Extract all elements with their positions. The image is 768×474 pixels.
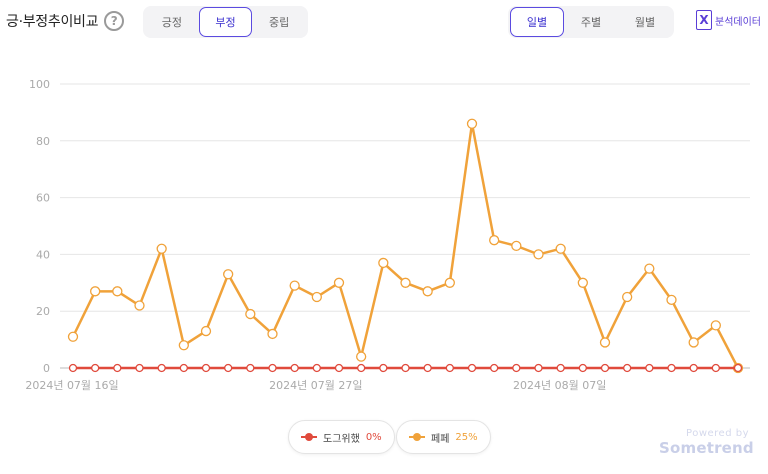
data-point bbox=[134, 300, 145, 311]
y-tick-label: 20 bbox=[36, 305, 50, 318]
data-point bbox=[200, 325, 212, 337]
data-point bbox=[710, 320, 721, 331]
data-point bbox=[112, 286, 123, 297]
data-point bbox=[445, 363, 454, 373]
data-point bbox=[688, 337, 699, 348]
data-point bbox=[135, 363, 144, 373]
legend-marker-icon bbox=[301, 432, 317, 442]
data-point bbox=[224, 363, 233, 373]
data-point bbox=[600, 363, 610, 373]
data-point bbox=[533, 249, 544, 260]
data-point bbox=[113, 363, 122, 373]
data-point bbox=[466, 118, 478, 129]
data-point bbox=[223, 269, 234, 280]
data-point bbox=[178, 340, 189, 351]
legend-percent: 0% bbox=[365, 431, 382, 443]
y-tick-label: 0 bbox=[43, 362, 50, 375]
data-point bbox=[689, 363, 698, 373]
data-point bbox=[311, 291, 322, 303]
data-point bbox=[534, 363, 543, 373]
data-point bbox=[68, 363, 78, 373]
x-tick-label: 2024년 08월 07일 bbox=[513, 378, 606, 392]
legend-name: 페페 bbox=[431, 433, 450, 445]
data-point bbox=[444, 277, 455, 288]
data-point bbox=[555, 243, 566, 254]
x-tick-label: 2024년 07월 16일 bbox=[25, 378, 118, 392]
data-point bbox=[90, 286, 101, 297]
data-point bbox=[599, 337, 611, 348]
data-point bbox=[267, 328, 278, 340]
data-point bbox=[157, 363, 166, 373]
data-point bbox=[334, 363, 344, 373]
powered-by: Powered by Sometrend bbox=[659, 428, 754, 457]
data-point bbox=[379, 363, 388, 373]
data-point bbox=[312, 363, 321, 373]
data-point bbox=[401, 363, 410, 373]
data-point bbox=[246, 363, 255, 373]
data-point bbox=[490, 363, 499, 373]
data-point bbox=[577, 277, 588, 288]
data-point bbox=[467, 363, 477, 373]
data-point bbox=[333, 277, 345, 288]
data-point bbox=[666, 294, 677, 305]
data-point bbox=[268, 363, 277, 373]
data-point bbox=[711, 363, 720, 373]
data-point bbox=[156, 243, 167, 254]
data-point bbox=[289, 280, 300, 291]
series-line bbox=[71, 122, 740, 369]
legend-percent: 25% bbox=[455, 431, 478, 443]
data-point bbox=[489, 235, 500, 246]
data-point bbox=[422, 286, 433, 297]
legend-marker-icon bbox=[409, 432, 425, 442]
data-point bbox=[91, 363, 100, 373]
data-point bbox=[357, 363, 366, 373]
brand-logo: Sometrend bbox=[659, 439, 754, 457]
legend-name: 도그위했 bbox=[323, 433, 360, 445]
data-point bbox=[290, 363, 299, 373]
data-point bbox=[556, 363, 565, 373]
data-point bbox=[400, 277, 411, 288]
data-point bbox=[733, 363, 743, 373]
y-tick-label: 100 bbox=[29, 78, 50, 91]
data-point bbox=[578, 363, 587, 373]
data-point bbox=[423, 363, 432, 373]
data-point bbox=[245, 308, 256, 320]
data-point bbox=[179, 363, 188, 373]
data-point bbox=[512, 363, 521, 373]
data-point bbox=[67, 331, 79, 342]
legend-item-pepe[interactable]: 페페 25% bbox=[396, 420, 491, 454]
line-chart: 0 20 40 60 80 100 2024년 07월 16일 2024년 07월 27일 20… bbox=[25, 78, 750, 392]
y-tick-label: 80 bbox=[36, 135, 50, 148]
data-point bbox=[645, 363, 654, 373]
data-point bbox=[667, 363, 676, 373]
data-point bbox=[644, 263, 655, 274]
y-tick-label: 60 bbox=[36, 192, 50, 205]
data-point bbox=[622, 291, 633, 303]
data-point bbox=[356, 351, 367, 362]
y-tick-label: 40 bbox=[36, 248, 50, 261]
data-point bbox=[378, 257, 389, 269]
data-point bbox=[623, 363, 632, 373]
data-point bbox=[201, 363, 211, 373]
x-tick-label: 2024년 07월 27일 bbox=[269, 378, 362, 392]
data-point bbox=[511, 240, 522, 252]
legend-item-dog[interactable]: 도그위했 0% bbox=[288, 420, 395, 454]
powered-by-text: Powered by bbox=[686, 428, 749, 439]
